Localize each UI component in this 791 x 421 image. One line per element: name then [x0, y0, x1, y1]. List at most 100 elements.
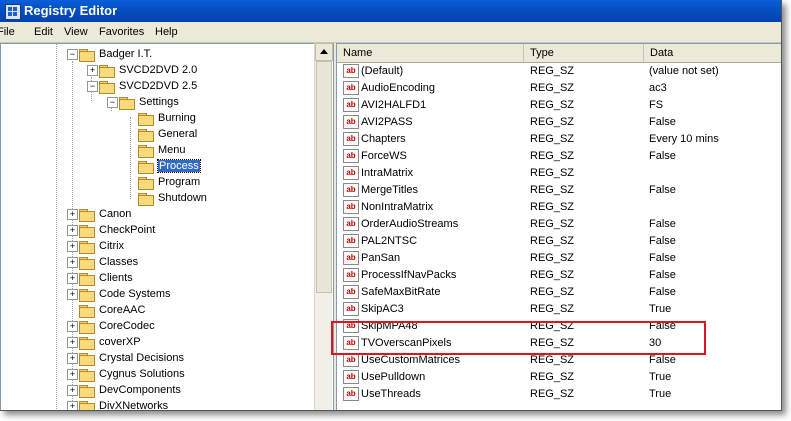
menu-file[interactable]: File [0, 26, 15, 38]
string-value-icon: ab [343, 217, 359, 231]
tree-item[interactable]: + DevComponents [1, 383, 313, 399]
registry-value-row[interactable]: ab AudioEncoding REG_SZ ac3 [337, 80, 781, 97]
tree-item[interactable]: + Canon [1, 207, 313, 223]
registry-value-row[interactable]: ab UsePulldown REG_SZ True [337, 369, 781, 386]
registry-value-row[interactable]: ab SkipMPA48 REG_SZ False [337, 318, 781, 335]
tree-item[interactable]: − Badger I.T. [1, 47, 313, 63]
registry-key-tree[interactable]: − Badger I.T. + SVCD2DVD 2.0− SVCD2DVD 2.5− S… [0, 43, 334, 410]
tree-item[interactable]: + CheckPoint [1, 223, 313, 239]
string-value-icon: ab [343, 387, 359, 401]
expand-plus-icon[interactable]: + [67, 353, 78, 364]
expand-plus-icon[interactable]: + [67, 337, 78, 348]
tree-item[interactable]: − Settings [1, 95, 313, 111]
menu-help[interactable]: Help [155, 26, 178, 38]
expand-plus-icon[interactable]: + [67, 225, 78, 236]
expand-plus-icon[interactable]: + [67, 401, 78, 410]
registry-value-row[interactable]: ab MergeTitles REG_SZ False [337, 182, 781, 199]
registry-values-list[interactable]: Name Type Data ab (Default) REG_SZ (value n… [336, 43, 781, 410]
registry-value-row[interactable]: ab SkipAC3 REG_SZ True [337, 301, 781, 318]
collapse-minus-icon[interactable]: − [87, 81, 98, 92]
tree-item-label: Menu [158, 144, 186, 156]
tree-item[interactable]: Process [1, 159, 313, 175]
menu-view[interactable]: View [64, 26, 88, 38]
registry-value-row[interactable]: ab IntraMatrix REG_SZ [337, 165, 781, 182]
expand-plus-icon[interactable]: + [67, 289, 78, 300]
value-type: REG_SZ [530, 184, 575, 196]
tree-item[interactable]: Shutdown [1, 191, 313, 207]
scroll-thumb[interactable] [316, 61, 332, 293]
value-name: PanSan [361, 252, 401, 264]
tree-item-label: Settings [139, 96, 179, 108]
expand-plus-icon[interactable]: + [67, 385, 78, 396]
value-name: IntraMatrix [361, 167, 413, 179]
tree-item[interactable]: + Cygnus Solutions [1, 367, 313, 383]
tree-item[interactable]: + coverXP [1, 335, 313, 351]
registry-value-row[interactable]: ab UseCustomMatrices REG_SZ False [337, 352, 781, 369]
folder-icon [79, 305, 95, 318]
column-header-name[interactable]: Name [337, 44, 524, 62]
menu-edit[interactable]: Edit [34, 26, 53, 38]
tree-item-label: Canon [99, 208, 132, 220]
expand-plus-icon[interactable]: + [67, 257, 78, 268]
registry-value-row[interactable]: ab ProcessIfNavPacks REG_SZ False [337, 267, 781, 284]
expand-plus-icon[interactable]: + [67, 241, 78, 252]
tree-item[interactable]: + Citrix [1, 239, 313, 255]
menu-favorites[interactable]: Favorites [99, 26, 144, 38]
value-name: SkipMPA48 [361, 320, 418, 332]
tree-item-label: Classes [99, 256, 139, 268]
tree-item[interactable]: CoreAAC [1, 303, 313, 319]
value-type: REG_SZ [530, 133, 575, 145]
expand-plus-icon[interactable]: + [67, 209, 78, 220]
tree-item-label: Citrix [99, 240, 125, 252]
tree-item[interactable]: + CoreCodec [1, 319, 313, 335]
tree-item[interactable]: − SVCD2DVD 2.5 [1, 79, 313, 95]
tree-item[interactable]: Burning [1, 111, 313, 127]
registry-value-row[interactable]: ab TVOverscanPixels REG_SZ 30 [337, 335, 781, 352]
scroll-up-arrow-icon[interactable] [315, 43, 333, 61]
tree-item[interactable]: + Classes [1, 255, 313, 271]
value-name: ForceWS [361, 150, 407, 162]
tree-item[interactable]: + SVCD2DVD 2.0 [1, 63, 313, 79]
registry-value-row[interactable]: ab AVI2HALFD1 REG_SZ FS [337, 97, 781, 114]
registry-value-row[interactable]: ab PAL2NTSC REG_SZ False [337, 233, 781, 250]
registry-value-row[interactable]: ab Chapters REG_SZ Every 10 mins [337, 131, 781, 148]
tree-item[interactable]: + Clients [1, 271, 313, 287]
registry-value-row[interactable]: ab NonIntraMatrix REG_SZ [337, 199, 781, 216]
tree-vertical-scrollbar[interactable] [314, 43, 333, 410]
value-name: (Default) [361, 65, 404, 77]
expand-plus-icon[interactable]: + [67, 369, 78, 380]
value-type: REG_SZ [530, 303, 575, 315]
column-header-data[interactable]: Data [644, 44, 781, 62]
value-type: REG_SZ [530, 99, 575, 111]
value-type: REG_SZ [530, 354, 575, 366]
expand-plus-icon[interactable]: + [67, 321, 78, 332]
expand-plus-icon[interactable]: + [87, 65, 98, 76]
string-value-icon: ab [343, 336, 359, 350]
expand-plus-icon[interactable]: + [67, 273, 78, 284]
value-name: AudioEncoding [361, 82, 436, 94]
tree-item[interactable]: Menu [1, 143, 313, 159]
registry-value-row[interactable]: ab UseThreads REG_SZ True [337, 386, 781, 403]
collapse-minus-icon[interactable]: − [67, 49, 78, 60]
column-header-type[interactable]: Type [524, 44, 644, 62]
tree-item[interactable]: General [1, 127, 313, 143]
tree-item[interactable]: + Code Systems [1, 287, 313, 303]
tree-item[interactable]: + Crystal Decisions [1, 351, 313, 367]
value-name: ProcessIfNavPacks [361, 269, 457, 281]
tree-item-label: Cygnus Solutions [99, 368, 185, 380]
value-data: False [649, 354, 676, 366]
tree-item-label: CoreAAC [99, 304, 146, 316]
registry-value-row[interactable]: ab OrderAudioStreams REG_SZ False [337, 216, 781, 233]
tree-item-label: Clients [99, 272, 133, 284]
value-data: False [649, 320, 676, 332]
registry-value-row[interactable]: ab SafeMaxBitRate REG_SZ False [337, 284, 781, 301]
tree-item[interactable]: Program [1, 175, 313, 191]
collapse-minus-icon[interactable]: − [107, 97, 118, 108]
value-data: False [649, 150, 676, 162]
registry-value-row[interactable]: ab PanSan REG_SZ False [337, 250, 781, 267]
registry-value-row[interactable]: ab (Default) REG_SZ (value not set) [337, 63, 781, 80]
title-bar[interactable]: Registry Editor [0, 0, 781, 22]
tree-item[interactable]: + DivXNetworks [1, 399, 313, 410]
registry-value-row[interactable]: ab ForceWS REG_SZ False [337, 148, 781, 165]
registry-value-row[interactable]: ab AVI2PASS REG_SZ False [337, 114, 781, 131]
